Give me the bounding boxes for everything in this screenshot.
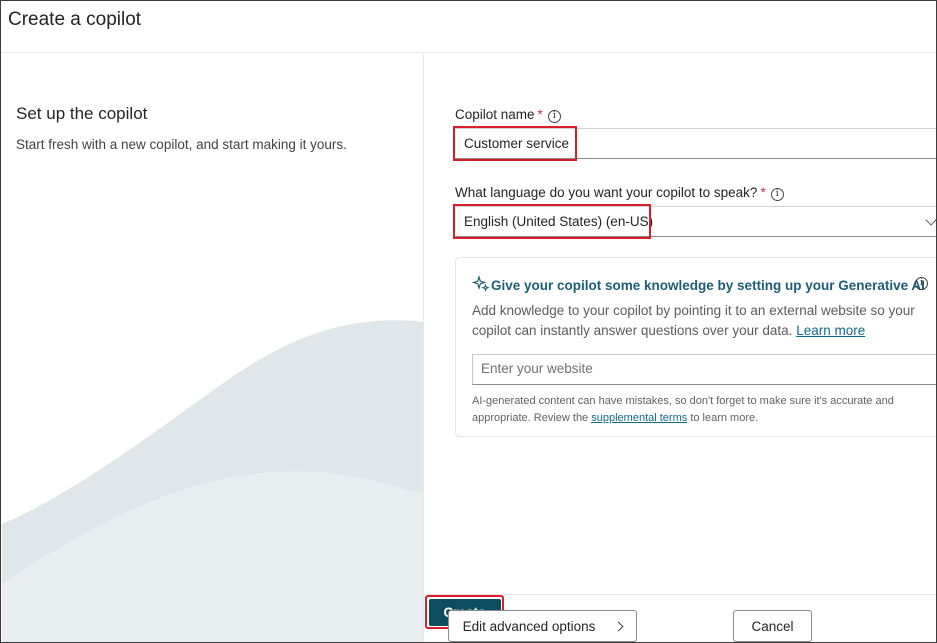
knowledge-title: Give your copilot some knowledge by sett… xyxy=(491,278,925,293)
page-header: Create a copilot xyxy=(1,1,936,53)
disclaimer-text-end: to learn more. xyxy=(690,412,759,424)
ai-disclaimer: AI-generated content can have mistakes, … xyxy=(472,393,932,427)
edit-advanced-options-button[interactable]: Edit advanced options xyxy=(448,610,637,642)
copilot-name-label-text: Copilot name xyxy=(455,107,535,122)
info-icon[interactable]: i xyxy=(915,277,928,290)
page-title: Create a copilot xyxy=(8,9,142,30)
setup-subtitle: Start fresh with a new copilot, and star… xyxy=(16,137,347,152)
language-label-text: What language do you want your copilot t… xyxy=(455,185,758,200)
edit-advanced-options-label: Edit advanced options xyxy=(462,618,596,634)
setup-heading: Set up the copilot xyxy=(16,104,148,123)
info-icon[interactable]: i xyxy=(770,188,784,201)
create-copilot-window: Create a copilot Set up the copilot Star… xyxy=(0,0,937,643)
intro-pane: Set up the copilot Start fresh with a ne… xyxy=(2,54,424,642)
language-highlight-box xyxy=(453,204,651,239)
footer-bar: Edit advanced options Create Cancel xyxy=(425,594,936,642)
required-marker: * xyxy=(537,107,543,122)
sparkle-icon xyxy=(472,275,490,292)
chevron-right-icon xyxy=(613,621,624,631)
copilot-name-label: Copilot name * i xyxy=(455,107,561,123)
form-pane: Copilot name * i Customer service What lan… xyxy=(425,54,936,594)
website-input[interactable] xyxy=(481,361,921,376)
knowledge-description: Add knowledge to your copilot by pointin… xyxy=(472,301,932,341)
language-label: What language do you want your copilot t… xyxy=(455,185,784,201)
website-field[interactable] xyxy=(472,354,936,385)
supplemental-terms-link[interactable]: supplemental terms xyxy=(591,412,687,424)
knowledge-card: Give your copilot some knowledge by sett… xyxy=(455,257,936,437)
required-marker: * xyxy=(760,185,766,200)
info-icon[interactable]: i xyxy=(547,110,561,123)
cancel-button[interactable]: Cancel xyxy=(733,610,812,642)
name-highlight-box xyxy=(453,126,577,161)
chevron-down-icon xyxy=(925,214,936,226)
learn-more-link[interactable]: Learn more xyxy=(796,323,865,338)
